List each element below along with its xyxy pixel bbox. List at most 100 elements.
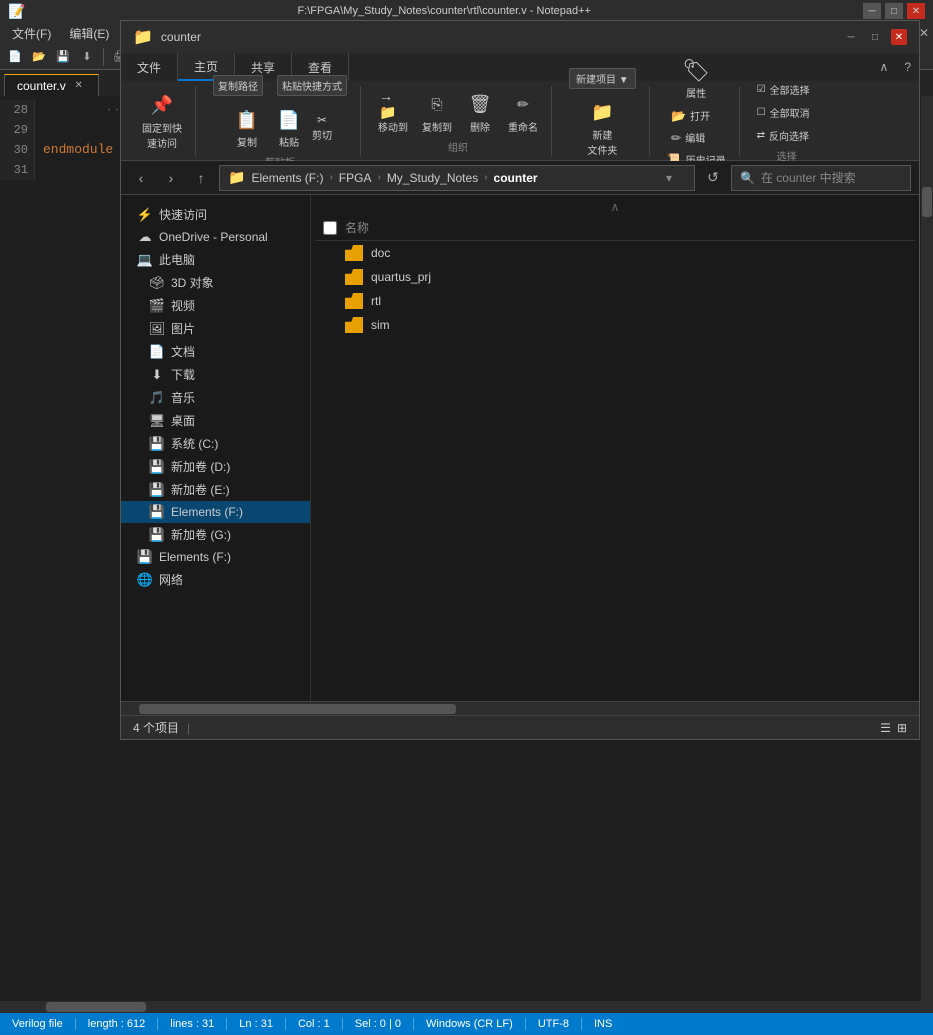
- tab-close-btn[interactable]: ✕: [72, 79, 86, 93]
- sidebar-item-3dobjects[interactable]: 🗳 3D 对象: [121, 271, 310, 294]
- exp-close-btn[interactable]: ✕: [891, 29, 907, 45]
- file-item-sim[interactable]: sim: [315, 313, 915, 337]
- toolbar-new[interactable]: 📄: [4, 46, 26, 68]
- ribbon-btn-moveto[interactable]: →📁 移动到: [373, 88, 413, 137]
- ribbon-btn-copyto[interactable]: ⎘ 复制到: [417, 88, 457, 137]
- ribbon-btn-newfolder[interactable]: 📁 新建文件夹: [582, 96, 622, 160]
- sidebar-item-docs[interactable]: 📄 文档: [121, 340, 310, 363]
- open-icon: 📂: [671, 109, 686, 123]
- ribbon-group-clipboard: 复制路径 粘贴快捷方式 📋 复制 📄 粘贴 ✂ 剪切: [200, 86, 361, 156]
- file-name-doc: doc: [371, 246, 390, 260]
- thispc-icon: 💻: [137, 252, 153, 268]
- file-item-quartus[interactable]: quartus_prj: [315, 265, 915, 289]
- ribbon-btn-invertsel[interactable]: ⇄ 反向选择: [752, 125, 822, 146]
- drivc-icon: 💾: [149, 436, 165, 452]
- sidebar-item-elements-f[interactable]: 💾 Elements (F:): [121, 546, 310, 568]
- addr-path[interactable]: 📁 Elements (F:) › FPGA › My_Study_Notes …: [219, 165, 695, 191]
- exp-hscroll-thumb[interactable]: [139, 704, 457, 714]
- addr-up-btn[interactable]: ↑: [189, 166, 213, 190]
- ribbon-btn-copy-path[interactable]: 复制路径: [208, 72, 268, 99]
- edit-icon: ✏: [671, 131, 681, 145]
- addr-breadcrumb-fpga[interactable]: FPGA: [339, 171, 372, 185]
- file-item-doc[interactable]: doc: [315, 241, 915, 265]
- sidebar-item-onedrive[interactable]: ☁ OneDrive - Personal: [121, 226, 310, 248]
- ribbon-btn-copy[interactable]: 📋 复制: [228, 103, 266, 152]
- addr-refresh-btn[interactable]: ↺: [701, 166, 725, 190]
- line-content-31: [35, 160, 43, 180]
- npp-hscroll[interactable]: [0, 1001, 921, 1013]
- sidebar-item-drivc[interactable]: 💾 系统 (C:): [121, 432, 310, 455]
- sidebar-item-drivg[interactable]: 💾 新加卷 (G:): [121, 523, 310, 546]
- ribbon-help-btn[interactable]: ?: [896, 53, 919, 81]
- newfolder-label: 新建文件夹: [587, 127, 617, 157]
- menu-file[interactable]: 文件(F): [4, 23, 59, 44]
- ribbon-collapse-btn[interactable]: ∧: [872, 53, 897, 81]
- exp-status-count: 4 个项目: [133, 719, 179, 736]
- menu-edit[interactable]: 编辑(E): [61, 23, 117, 44]
- sidebar-item-thispc[interactable]: 💻 此电脑: [121, 248, 310, 271]
- vscroll[interactable]: [921, 96, 933, 1009]
- sidebar-item-network[interactable]: 🌐 网络: [121, 568, 310, 591]
- status-length: length : 612: [76, 1018, 159, 1030]
- addr-dropdown-btn[interactable]: ▾: [666, 171, 686, 185]
- exp-hscroll[interactable]: [121, 701, 919, 715]
- exp-view-icon-2[interactable]: ⊞: [897, 721, 907, 735]
- ribbon-btn-pin[interactable]: 📌 固定到快速访问: [137, 89, 187, 153]
- exp-minimize-btn[interactable]: ─: [843, 29, 859, 45]
- addr-current-folder[interactable]: counter: [494, 171, 538, 185]
- selectall-label: 全部选择: [770, 82, 810, 97]
- sidebar-item-quickaccess[interactable]: ⚡ 快速访问: [121, 203, 310, 226]
- elements-f-icon: 💾: [137, 549, 153, 565]
- sidebar-item-drive[interactable]: 💾 新加卷 (E:): [121, 478, 310, 501]
- properties-icon: 🏷: [682, 57, 710, 85]
- sidebar-label-3dobjects: 3D 对象: [171, 274, 214, 291]
- sidebar-item-desktop[interactable]: 🖥 桌面: [121, 409, 310, 432]
- exp-view-icon-1[interactable]: ☰: [880, 721, 891, 735]
- ribbon-btn-selectall[interactable]: ☑ 全部选择: [752, 79, 822, 100]
- addr-breadcrumb-elements[interactable]: Elements (F:): [251, 171, 323, 185]
- exp-maximize-btn[interactable]: □: [867, 29, 883, 45]
- ribbon-btn-delete[interactable]: 🗑 删除: [461, 88, 499, 137]
- sidebar-label-onedrive: OneDrive - Personal: [159, 230, 268, 244]
- ribbon-btn-new-item[interactable]: 新建项目 ▼: [564, 65, 641, 92]
- npp-maximize-btn[interactable]: □: [885, 3, 903, 19]
- sidebar-label-pictures: 图片: [171, 320, 195, 337]
- addr-sep-2: ›: [377, 172, 380, 183]
- sidebar-item-drivf[interactable]: 💾 Elements (F:): [121, 501, 310, 523]
- desktop-icon: 🖥: [149, 413, 165, 429]
- ribbon-btn-rename[interactable]: ✏ 重命名: [503, 88, 543, 137]
- addr-back-btn[interactable]: ‹: [129, 166, 153, 190]
- ribbon-btn-paste-shortcut[interactable]: 粘贴快捷方式: [272, 72, 352, 99]
- ribbon-btn-paste[interactable]: 📄 粘贴: [270, 103, 308, 152]
- sidebar-item-pictures[interactable]: 🖼 图片: [121, 317, 310, 340]
- ribbon-btn-selectnone[interactable]: ☐ 全部取消: [752, 102, 822, 123]
- ribbon-tab-file[interactable]: 文件: [121, 53, 178, 81]
- ribbon-btn-edit[interactable]: ✏ 编辑: [666, 127, 726, 148]
- addr-breadcrumb-study[interactable]: My_Study_Notes: [387, 171, 478, 185]
- npp-close-btn[interactable]: ✕: [907, 3, 925, 19]
- toolbar-saveall[interactable]: ⬇: [76, 46, 98, 68]
- ribbon-btn-open[interactable]: 📂 打开: [666, 105, 726, 126]
- tab-counter-v[interactable]: counter.v ✕: [4, 74, 99, 96]
- status-ins: INS: [582, 1018, 624, 1030]
- sidebar-label-quickaccess: 快速访问: [159, 206, 207, 223]
- addr-forward-btn[interactable]: ›: [159, 166, 183, 190]
- npp-minimize-btn[interactable]: ─: [863, 3, 881, 19]
- npp-hscroll-thumb[interactable]: [46, 1002, 146, 1012]
- ribbon-btn-properties[interactable]: 🏷 属性: [677, 54, 715, 103]
- filelist-header: 名称: [315, 215, 915, 241]
- sidebar-item-videos[interactable]: 🎬 视频: [121, 294, 310, 317]
- vscroll-thumb[interactable]: [922, 187, 932, 217]
- sidebar-item-downloads[interactable]: ⬇ 下载: [121, 363, 310, 386]
- addr-search-box[interactable]: 🔍 在 counter 中搜索: [731, 165, 911, 191]
- status-ln: Ln : 31: [227, 1018, 286, 1030]
- line-num-29: 29: [0, 120, 35, 140]
- sidebar-item-drivd[interactable]: 💾 新加卷 (D:): [121, 455, 310, 478]
- toolbar-save[interactable]: 💾: [52, 46, 74, 68]
- sidebar-item-music[interactable]: 🎵 音乐: [121, 386, 310, 409]
- select-all-checkbox[interactable]: [323, 221, 337, 235]
- toolbar-open[interactable]: 📂: [28, 46, 50, 68]
- file-item-rtl[interactable]: rtl: [315, 289, 915, 313]
- explorer-folder-icon: 📁: [133, 27, 153, 47]
- addr-sep-1: ›: [329, 172, 332, 183]
